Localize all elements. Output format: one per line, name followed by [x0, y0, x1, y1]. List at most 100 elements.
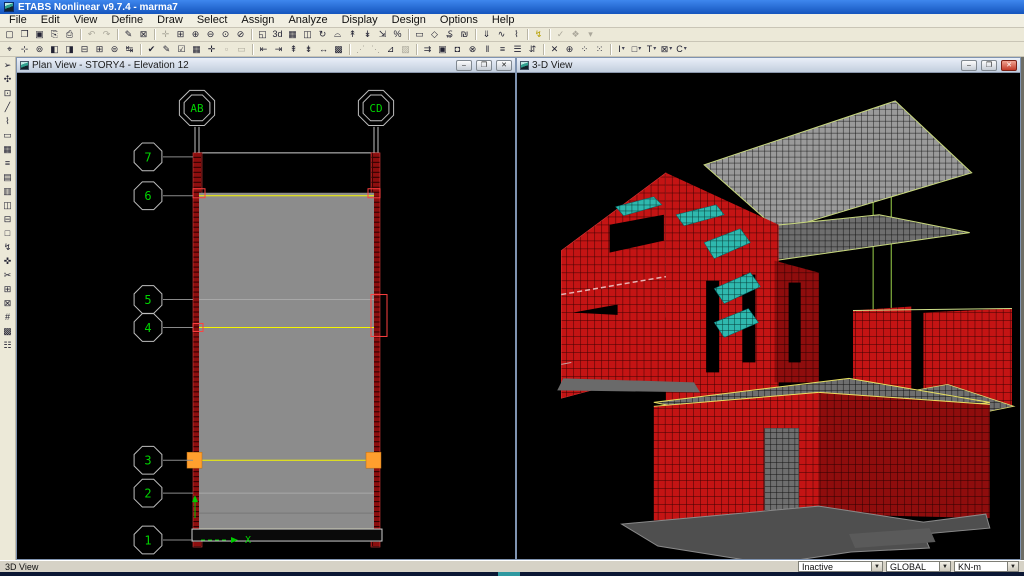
move-up-in-list-icon[interactable]: ↟ [345, 28, 360, 41]
bottom-wall-band[interactable] [192, 529, 382, 541]
zoom-in-icon[interactable]: ⊕ [188, 28, 203, 41]
start-design-icon[interactable]: ❖ [568, 28, 583, 41]
menu-edit[interactable]: Edit [34, 14, 67, 27]
zoom-full-icon[interactable]: ⊙ [218, 28, 233, 41]
view-3d-canvas[interactable] [517, 72, 1020, 559]
quick-draw-line-icon[interactable]: ⌇ [0, 114, 15, 128]
menu-define[interactable]: Define [104, 14, 150, 27]
plan-view-canvas[interactable]: X 7654321ABCD [17, 72, 515, 559]
draw-area-icon[interactable]: ≡ [0, 156, 15, 170]
show-grid-icon[interactable]: ▦ [189, 43, 204, 56]
plan-minimize-button[interactable]: ‒ [456, 60, 472, 71]
column-point-right[interactable] [366, 452, 381, 468]
select-previous-icon[interactable]: ◧ [47, 43, 62, 56]
design-check-icon[interactable]: ✓ [553, 28, 568, 41]
snap-edges-icon[interactable]: ⊞ [0, 282, 15, 296]
lower-left-wall[interactable] [571, 313, 686, 385]
assign-local-axes-icon[interactable]: ‖ [480, 43, 495, 56]
snap-ends-icon[interactable]: ▫ [219, 43, 234, 56]
show-deformed-shape-icon[interactable]: ∿ [494, 28, 509, 41]
invert-selection-icon[interactable]: ↹ [122, 43, 137, 56]
menu-assign[interactable]: Assign [234, 14, 281, 27]
draw-rect-area-icon[interactable]: ▤ [0, 170, 15, 184]
draw-polygon-icon[interactable]: ◇ [427, 28, 442, 41]
quick-draw-wall-icon[interactable]: ⊟ [0, 212, 15, 226]
plan-close-button[interactable]: ✕ [496, 60, 512, 71]
reshape-object-icon[interactable]: ✣ [0, 72, 15, 86]
extrude-up-icon[interactable]: ⇞ [286, 43, 301, 56]
new-model-icon[interactable]: ▢ [2, 28, 17, 41]
assign-groups-icon[interactable]: ☰ [510, 43, 525, 56]
print-tables-icon[interactable]: ⎙ [62, 28, 77, 41]
view3d-window-titlebar[interactable]: 3-D View ‒ ❐ ✕ [517, 58, 1020, 72]
chevron-down-icon[interactable]: ▼ [1007, 562, 1018, 571]
print-graphics-icon[interactable]: ⎘ [47, 28, 62, 41]
move-down-in-list-icon[interactable]: ↡ [360, 28, 375, 41]
podium-right-wall[interactable] [819, 392, 990, 518]
save-model-icon[interactable]: ▣ [32, 28, 47, 41]
view3d-restore-button[interactable]: ❐ [981, 60, 997, 71]
pointer-select-icon[interactable]: ➢ [0, 58, 15, 72]
select-poly-icon[interactable]: ⊹ [17, 43, 32, 56]
door-opening-mesh[interactable] [764, 428, 798, 512]
section-designer-icon[interactable]: ₷ [442, 28, 457, 41]
status-mode-select[interactable]: Inactive▼ [798, 561, 883, 572]
open-model-icon[interactable]: ❐ [17, 28, 32, 41]
assign-masses-icon[interactable]: ⇵ [525, 43, 540, 56]
rotate-view-icon[interactable]: ↻ [315, 28, 330, 41]
menu-select[interactable]: Select [190, 14, 235, 27]
draw-line-icon[interactable]: ╱ [0, 100, 15, 114]
merge-joints-icon[interactable]: ▨ [398, 43, 413, 56]
deck-properties-dropdown-icon[interactable]: ⊠▾ [659, 43, 674, 56]
assign-frame-sections-icon[interactable]: ⇉ [420, 43, 435, 56]
draw-wall-icon[interactable]: ◫ [0, 198, 15, 212]
menu-draw[interactable]: Draw [150, 14, 190, 27]
draw-window-icon[interactable]: □ [0, 226, 15, 240]
link-properties-dropdown-icon[interactable]: C▾ [674, 43, 689, 56]
get-previous-icon[interactable]: ⊞ [92, 43, 107, 56]
join-frames-icon[interactable]: ⇥ [271, 43, 286, 56]
divide-frames-icon[interactable]: ⇤ [256, 43, 271, 56]
edit-grid-data-icon[interactable]: ⁙ [592, 43, 607, 56]
view3d-close-button[interactable]: ✕ [1001, 60, 1017, 71]
show-member-forces-icon[interactable]: ⌇ [509, 28, 524, 41]
snap-intersections-icon[interactable]: ⊠ [0, 296, 15, 310]
frame-labels-icon[interactable]: ₪ [457, 28, 472, 41]
shrink-objects-icon[interactable]: ⇲ [375, 28, 390, 41]
draw-rect-icon[interactable]: ▭ [412, 28, 427, 41]
snap-to-grid-icon[interactable]: ✛ [204, 43, 219, 56]
draw-special-joint-icon[interactable]: ✎ [159, 43, 174, 56]
mesh-areas-icon[interactable]: ▩ [331, 43, 346, 56]
menu-design[interactable]: Design [385, 14, 433, 27]
undo-icon[interactable]: ↶ [84, 28, 99, 41]
quick-draw-braces-icon[interactable]: ▭ [0, 128, 15, 142]
clear-selection-icon[interactable]: ⊟ [77, 43, 92, 56]
coordinate-system-select[interactable]: GLOBAL▼ [886, 561, 951, 572]
show-joints-icon[interactable]: ☑ [174, 43, 189, 56]
menu-display[interactable]: Display [335, 14, 385, 27]
quick-draw-area-icon[interactable]: ▥ [0, 184, 15, 198]
edit-pencil-icon[interactable]: ✎ [121, 28, 136, 41]
deselect-icon[interactable]: ◨ [62, 43, 77, 56]
assign-loads-icon[interactable]: ⇓ [479, 28, 494, 41]
align-points-icon[interactable]: ⊿ [383, 43, 398, 56]
measure-tool-icon[interactable]: ☷ [0, 338, 15, 352]
redo-icon[interactable]: ↷ [99, 28, 114, 41]
refresh-window-icon[interactable]: ◱ [255, 28, 270, 41]
chevron-down-icon[interactable]: ▼ [871, 562, 882, 571]
replicate-icon[interactable]: ⋰ [353, 43, 368, 56]
menu-help[interactable]: Help [485, 14, 522, 27]
select-intersect-icon[interactable]: ⊚ [32, 43, 47, 56]
snap-fine-grid-icon[interactable]: ▩ [0, 324, 15, 338]
select-all-icon[interactable]: ⊜ [107, 43, 122, 56]
lock-model-icon[interactable]: ⊠ [136, 28, 151, 41]
rubber-band-zoom-icon[interactable]: ⊞ [173, 28, 188, 41]
object-options-icon[interactable]: % [390, 28, 405, 41]
assign-constraints-icon[interactable]: ≡ [495, 43, 510, 56]
slab-properties-dropdown-icon[interactable]: T▾ [644, 43, 659, 56]
delete-objects-icon[interactable]: ✕ [547, 43, 562, 56]
menu-analyze[interactable]: Analyze [281, 14, 334, 27]
menu-options[interactable]: Options [433, 14, 485, 27]
pan-icon[interactable]: ✛ [158, 28, 173, 41]
snap-perpendicular-icon[interactable]: # [0, 310, 15, 324]
